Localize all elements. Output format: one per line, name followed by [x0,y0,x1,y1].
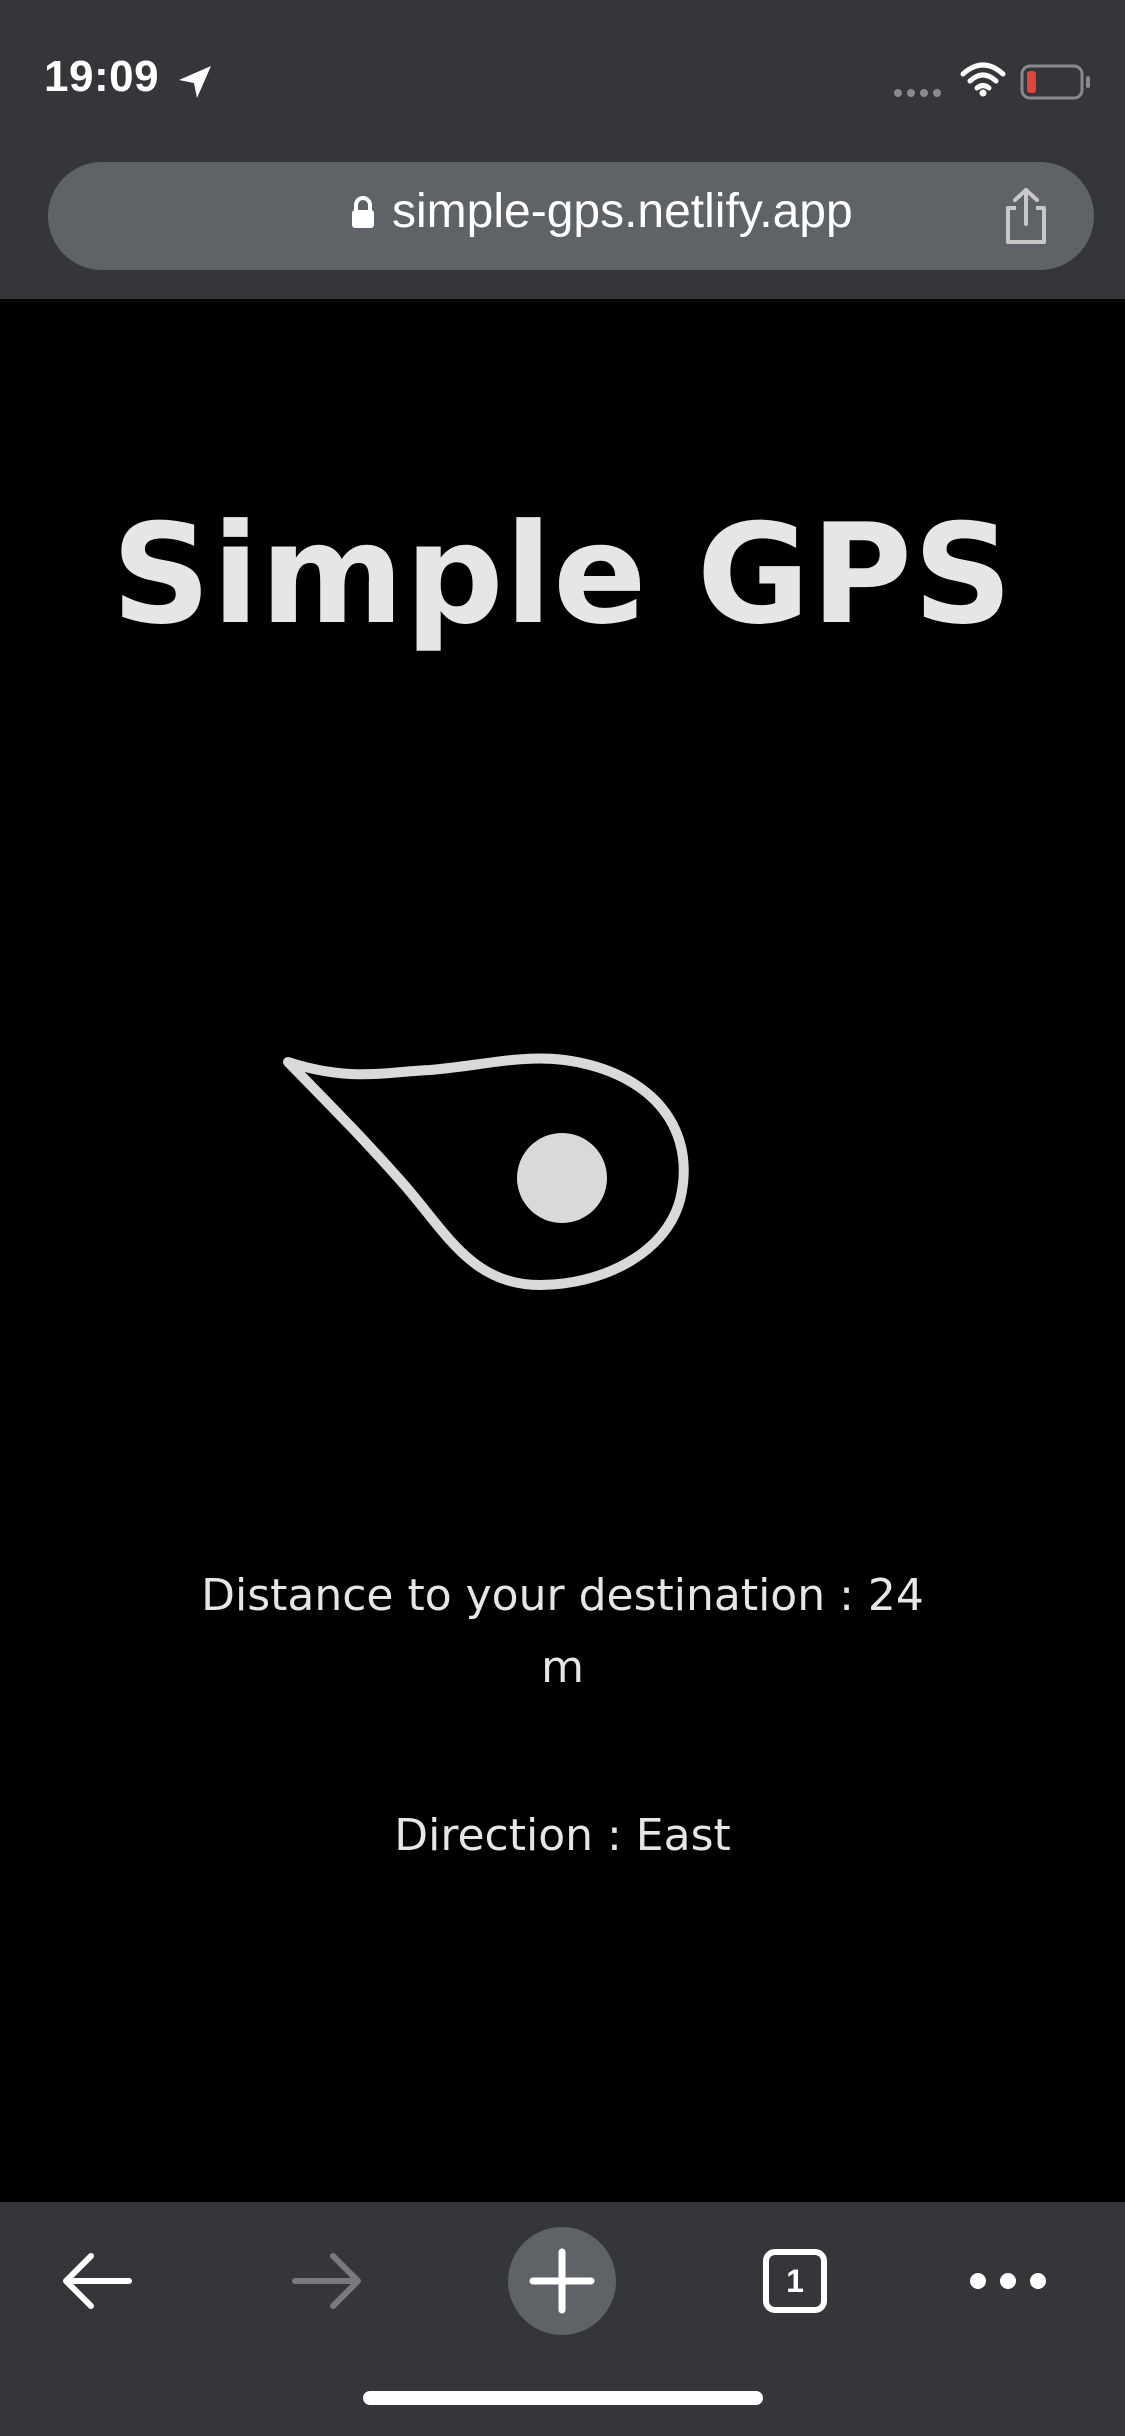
share-button[interactable] [988,178,1064,254]
back-arrow-icon [63,2253,132,2309]
battery-low-icon [1020,64,1090,100]
new-tab-circle [508,2227,616,2335]
new-tab-button[interactable] [507,2226,617,2336]
browser-top-chrome: 19:09 simple-gps.netlify.app [0,0,1125,299]
page-title: Simple GPS [111,494,1014,655]
tab-switcher-button[interactable]: 1 [740,2226,850,2336]
share-icon [1006,188,1046,244]
lock-icon [352,196,374,228]
forward-arrow-icon [292,2253,361,2309]
more-menu-button[interactable] [953,2226,1063,2336]
tabs-icon: 1 [763,2249,827,2313]
plus-icon [529,2248,595,2314]
wifi-icon [960,62,1006,97]
location-arrow-icon [179,66,211,98]
address-bar[interactable]: simple-gps.netlify.app [48,162,1094,270]
forward-button[interactable] [272,2226,382,2336]
status-time: 19:09 [44,52,160,101]
home-indicator[interactable] [363,2391,763,2405]
back-button[interactable] [42,2226,152,2336]
more-icon [970,2273,1046,2289]
url-text: simple-gps.netlify.app [392,185,853,238]
signal-icon [894,89,941,97]
tab-count: 1 [786,2262,804,2299]
direction-pointer-icon [283,1053,689,1290]
distance-text: Distance to your destination : 24 m [201,1570,924,1693]
direction-text: Direction : East [394,1810,731,1861]
